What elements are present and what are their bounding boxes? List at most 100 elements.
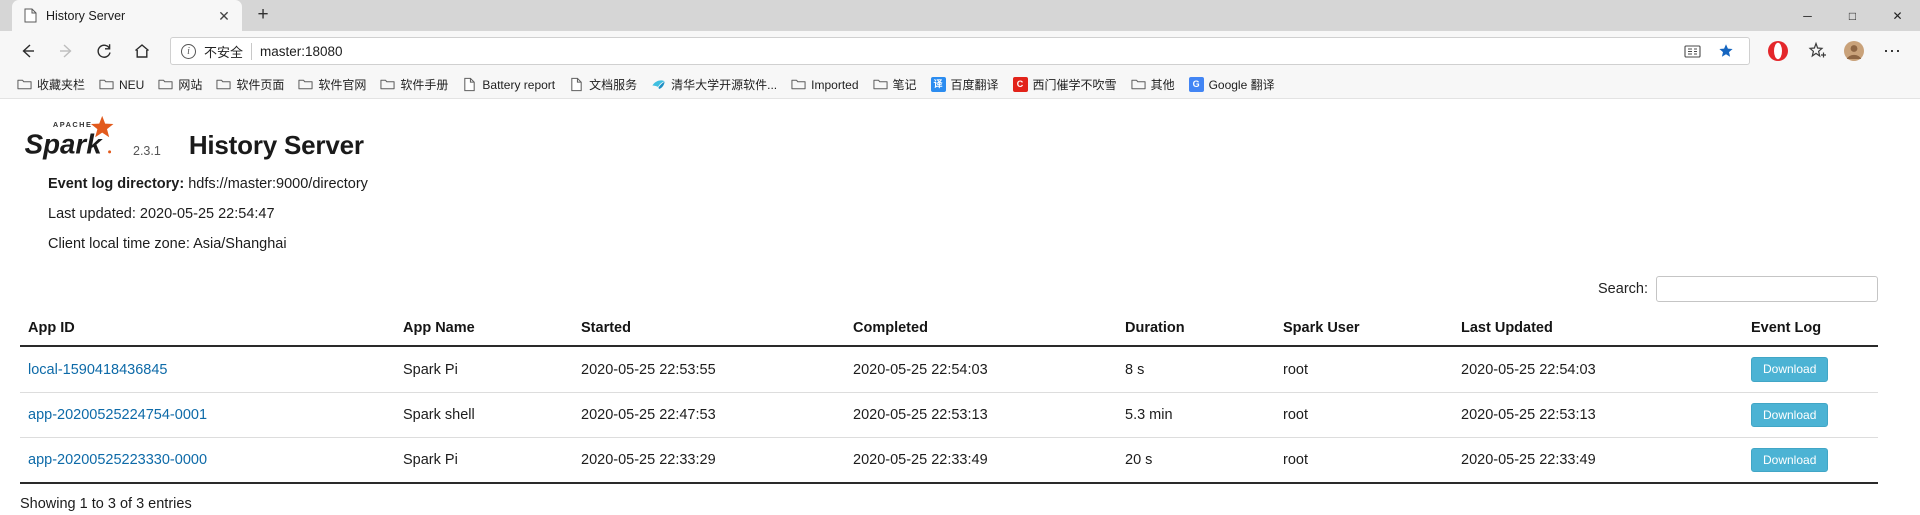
back-icon[interactable] bbox=[10, 35, 46, 67]
bookmark-label: 西门催学不吹雪 bbox=[1032, 78, 1117, 92]
column-header-duration[interactable]: Duration bbox=[1117, 316, 1275, 348]
cell-app-id: local-1590418436845 bbox=[20, 346, 395, 393]
info-icon[interactable]: i bbox=[181, 43, 196, 59]
cell-event-log: Download bbox=[1743, 346, 1878, 393]
minimize-button[interactable]: ─ bbox=[1785, 0, 1830, 31]
page-icon bbox=[569, 77, 584, 92]
bookmark-item[interactable]: Battery report bbox=[455, 75, 562, 94]
bookmark-item[interactable]: NEU bbox=[92, 75, 151, 94]
spark-logo[interactable]: APACHE Spark bbox=[22, 114, 127, 162]
column-header-app-id[interactable]: App ID bbox=[20, 316, 395, 348]
cell-duration: 20 s bbox=[1117, 437, 1275, 484]
bookmark-item[interactable]: 其他 bbox=[1124, 74, 1182, 95]
window-close-button[interactable]: ✕ bbox=[1875, 0, 1920, 31]
reading-view-icon[interactable] bbox=[1679, 39, 1705, 63]
cell-last-updated: 2020-05-25 22:53:13 bbox=[1453, 392, 1743, 438]
event-log-directory-value: hdfs://master:9000/directory bbox=[188, 176, 368, 193]
avatar[interactable] bbox=[1836, 35, 1872, 67]
page-header: APACHE Spark 2.3.1 History Server bbox=[20, 113, 1900, 162]
toolbar-actions: ⋯ bbox=[1760, 35, 1910, 67]
event-log-directory-line: Event log directory: hdfs://master:9000/… bbox=[48, 176, 1900, 192]
baidu-translate-icon: 译 bbox=[930, 77, 946, 92]
folder-icon bbox=[298, 77, 313, 92]
opera-icon[interactable] bbox=[1760, 35, 1796, 67]
bookmark-label: 软件官网 bbox=[318, 78, 367, 92]
bookmark-item[interactable]: 网站 bbox=[151, 74, 209, 95]
collections-icon[interactable] bbox=[1798, 35, 1834, 67]
cell-started: 2020-05-25 22:33:29 bbox=[573, 437, 845, 484]
bookmark-label: 百度翻译 bbox=[950, 78, 999, 92]
search-input[interactable] bbox=[1656, 276, 1878, 303]
bookmark-item[interactable]: Imported bbox=[784, 75, 865, 94]
cell-completed: 2020-05-25 22:53:13 bbox=[845, 392, 1117, 438]
column-header-last-updated[interactable]: Last Updated bbox=[1453, 316, 1743, 348]
download-button[interactable]: Download bbox=[1751, 402, 1829, 427]
table-footer: Showing 1 to 3 of 3 entries Show incompl… bbox=[20, 484, 1900, 515]
search-label: Search: bbox=[1598, 281, 1648, 298]
app-id-link[interactable]: app-20200525223330-0000 bbox=[28, 452, 207, 468]
bookmark-label: 软件页面 bbox=[236, 78, 285, 92]
bookmark-label: Battery report bbox=[482, 77, 556, 92]
home-icon[interactable] bbox=[124, 35, 160, 67]
navigation-bar: i 不安全 master:18080 ⋯ bbox=[0, 31, 1920, 71]
cell-spark-user: root bbox=[1275, 392, 1453, 438]
cell-app-name: Spark Pi bbox=[395, 346, 573, 393]
cell-app-id: app-20200525223330-0000 bbox=[20, 437, 395, 484]
close-icon[interactable]: ✕ bbox=[214, 6, 234, 26]
bookmark-item[interactable]: 收藏夹栏 bbox=[10, 74, 92, 95]
security-status-label: 不安全 bbox=[204, 44, 244, 60]
bookmark-item[interactable]: C 西门催学不吹雪 bbox=[1006, 74, 1124, 95]
bookmark-item[interactable]: 软件官网 bbox=[291, 74, 373, 95]
last-updated-line: Last updated: 2020-05-25 22:54:47 bbox=[48, 206, 275, 223]
bookmark-item[interactable]: G Google 翻译 bbox=[1182, 74, 1282, 95]
bookmark-label: 软件手册 bbox=[400, 78, 449, 92]
forward-icon[interactable] bbox=[48, 35, 84, 67]
app-id-link[interactable]: local-1590418436845 bbox=[28, 362, 168, 378]
bookmark-item[interactable]: 译百度翻译 bbox=[924, 74, 1006, 95]
search-row: Search: bbox=[20, 266, 1900, 310]
column-header-spark-user[interactable]: Spark User bbox=[1275, 316, 1453, 348]
folder-icon bbox=[99, 77, 114, 92]
folder-icon bbox=[872, 77, 888, 92]
spark-version: 2.3.1 bbox=[133, 144, 161, 159]
tab-title: History Server bbox=[46, 8, 126, 23]
address-bar[interactable]: i 不安全 master:18080 bbox=[170, 37, 1750, 65]
google-translate-icon: G bbox=[1188, 77, 1204, 92]
folder-icon bbox=[216, 77, 231, 92]
bookmark-item[interactable]: 文档服务 bbox=[562, 74, 644, 95]
column-header-completed[interactable]: Completed bbox=[845, 316, 1117, 348]
entries-count: Showing 1 to 3 of 3 entries bbox=[20, 495, 192, 512]
table-row: app-20200525223330-0000 Spark Pi 2020-05-2… bbox=[20, 437, 1878, 484]
bookmark-item[interactable]: 软件手册 bbox=[373, 74, 455, 95]
new-tab-button[interactable]: + bbox=[248, 1, 278, 29]
maximize-button[interactable]: □ bbox=[1830, 0, 1875, 31]
cell-started: 2020-05-25 22:53:55 bbox=[573, 346, 845, 393]
folder-icon bbox=[380, 77, 395, 92]
column-header-started[interactable]: Started bbox=[573, 316, 845, 348]
bookmark-label: 清华大学开源软件... bbox=[671, 78, 778, 92]
favorite-star-icon[interactable] bbox=[1713, 39, 1739, 63]
settings-more-icon[interactable]: ⋯ bbox=[1874, 35, 1910, 67]
folder-icon bbox=[791, 77, 806, 92]
bookmark-item[interactable]: 清华大学开源软件... bbox=[644, 74, 784, 95]
cell-event-log: Download bbox=[1743, 392, 1878, 438]
page-icon bbox=[462, 77, 477, 92]
bookmark-label: Imported bbox=[811, 77, 859, 92]
bookmark-item[interactable]: 笔记 bbox=[866, 74, 924, 95]
cell-completed: 2020-05-25 22:33:49 bbox=[845, 437, 1117, 484]
page-title: History Server bbox=[188, 130, 364, 161]
download-button[interactable]: Download bbox=[1751, 357, 1829, 382]
refresh-icon[interactable] bbox=[86, 35, 122, 67]
browser-tab-history-server[interactable]: History Server ✕ bbox=[12, 0, 242, 31]
divider bbox=[251, 42, 253, 60]
column-header-app-name[interactable]: App Name bbox=[395, 316, 573, 348]
app-id-link[interactable]: app-20200525224754-0001 bbox=[28, 407, 207, 423]
bookmark-label: 网站 bbox=[178, 78, 203, 92]
page-icon bbox=[24, 8, 37, 23]
table-body: local-1590418436845 Spark Pi 2020-05-25 22… bbox=[20, 346, 1878, 484]
tab-strip: History Server ✕ + ─ □ ✕ bbox=[0, 0, 1920, 31]
bookmark-item[interactable]: 软件页面 bbox=[209, 74, 291, 95]
column-header-event-log[interactable]: Event Log bbox=[1743, 316, 1878, 348]
url-text[interactable]: master:18080 bbox=[260, 44, 1671, 59]
download-button[interactable]: Download bbox=[1751, 447, 1829, 472]
